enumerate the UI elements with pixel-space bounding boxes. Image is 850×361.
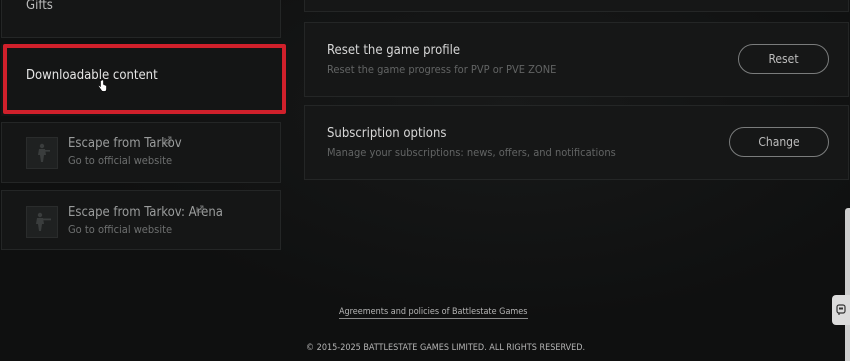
sidebar-item-downloadable-content-label: Downloadable content (26, 68, 158, 83)
change-button[interactable]: Change (729, 127, 829, 157)
sidebar-item-gifts-label: Gifts (26, 0, 53, 13)
game-link-escape-from-tarkov-arena[interactable]: Escape from Tarkov: Arena Go to official… (1, 190, 281, 250)
arena-soldier-icon (26, 206, 58, 238)
game-link-escape-from-tarkov[interactable]: Escape from Tarkov Go to official websit… (1, 122, 281, 183)
hand-cursor-icon (98, 80, 107, 92)
external-link-icon (164, 136, 172, 144)
settings-panel-top (304, 0, 849, 12)
reset-profile-description: Reset the game progress for PVP or PVE Z… (327, 63, 557, 76)
external-link-icon (196, 205, 204, 213)
soldier-icon (26, 137, 58, 169)
subscription-panel: Subscription options Manage your subscri… (304, 105, 849, 180)
support-widget[interactable] (832, 295, 850, 325)
reset-profile-title: Reset the game profile (327, 43, 461, 58)
agreements-link[interactable]: Agreements and policies of Battlestate G… (339, 307, 528, 319)
scrollbar[interactable] (845, 208, 850, 361)
subscription-title: Subscription options (327, 126, 447, 141)
reset-profile-panel: Reset the game profile Reset the game pr… (304, 22, 849, 97)
reset-button[interactable]: Reset (738, 44, 829, 74)
support-icon (836, 304, 846, 315)
game-subtitle: Go to official website (68, 154, 173, 167)
subscription-description: Manage your subscriptions: news, offers,… (327, 146, 616, 159)
sidebar-item-gifts[interactable]: Gifts (1, 0, 281, 38)
game-subtitle: Go to official website (68, 223, 173, 236)
copyright-text: © 2015-2025 BATTLESTATE GAMES LIMITED. A… (306, 343, 586, 353)
